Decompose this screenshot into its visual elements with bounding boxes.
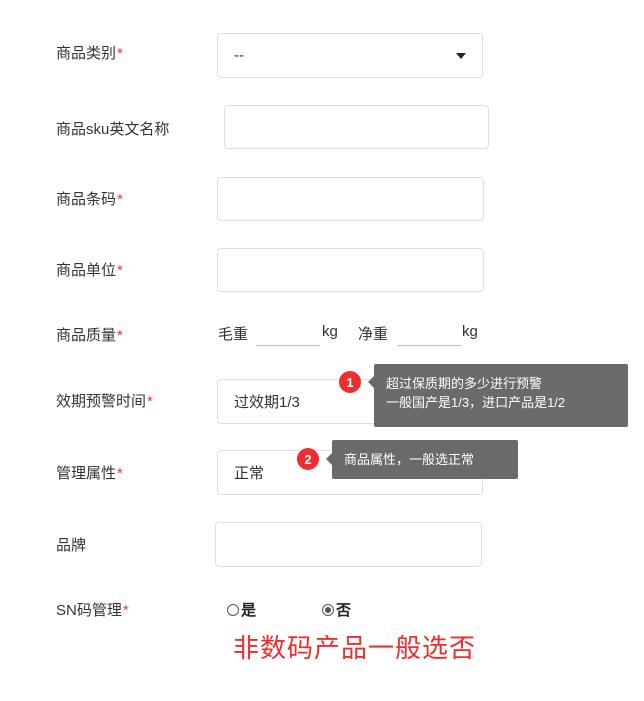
- expiry-warning-label: 效期预警时间*: [56, 393, 153, 410]
- gross-weight-unit: kg: [322, 323, 338, 340]
- tooltip-line-1: 超过保质期的多少进行预警: [386, 376, 543, 391]
- net-weight-label: 净重: [358, 326, 389, 343]
- annotation-badge-2: 2: [297, 448, 319, 470]
- management-attr-tooltip: 商品属性，一般选正常: [326, 440, 518, 479]
- barcode-input[interactable]: [217, 177, 484, 221]
- management-attr-selected-value: 正常: [234, 465, 265, 482]
- category-selected-value: --: [234, 47, 244, 64]
- tooltip-line-2: 一般国产是1/3，进口产品是1/2: [386, 395, 566, 410]
- radio-unchecked-icon: [227, 603, 239, 616]
- sn-annotation-note: 非数码产品一般选否: [233, 633, 477, 663]
- chevron-down-icon: [456, 52, 466, 59]
- gross-weight-label: 毛重: [218, 326, 249, 343]
- sn-no-radio[interactable]: 否: [322, 599, 351, 620]
- brand-input[interactable]: [215, 522, 482, 567]
- tooltip-text: 商品属性，一般选正常: [344, 452, 475, 467]
- management-attr-label: 管理属性*: [56, 465, 123, 482]
- net-weight-unit: kg: [462, 323, 478, 340]
- sn-management-label: SN码管理*: [56, 602, 129, 619]
- category-label: 商品类别*: [56, 45, 123, 62]
- unit-input[interactable]: [217, 248, 484, 292]
- mass-label: 商品质量*: [56, 327, 123, 344]
- sku-en-name-label: 商品sku英文名称: [56, 121, 170, 138]
- barcode-label: 商品条码*: [56, 191, 123, 208]
- brand-label: 品牌: [56, 537, 87, 554]
- sku-en-name-input[interactable]: [224, 105, 489, 149]
- net-weight-input[interactable]: [397, 320, 461, 346]
- sn-yes-radio[interactable]: 是: [227, 599, 256, 620]
- unit-label: 商品单位*: [56, 262, 123, 279]
- category-select[interactable]: --: [217, 33, 483, 78]
- expiry-warning-selected-value: 过效期1/3: [234, 394, 300, 411]
- annotation-badge-1: 1: [339, 371, 361, 393]
- gross-weight-input[interactable]: [256, 320, 320, 346]
- radio-checked-icon: [322, 603, 334, 616]
- expiry-warning-tooltip: 超过保质期的多少进行预警 一般国产是1/3，进口产品是1/2: [368, 364, 628, 427]
